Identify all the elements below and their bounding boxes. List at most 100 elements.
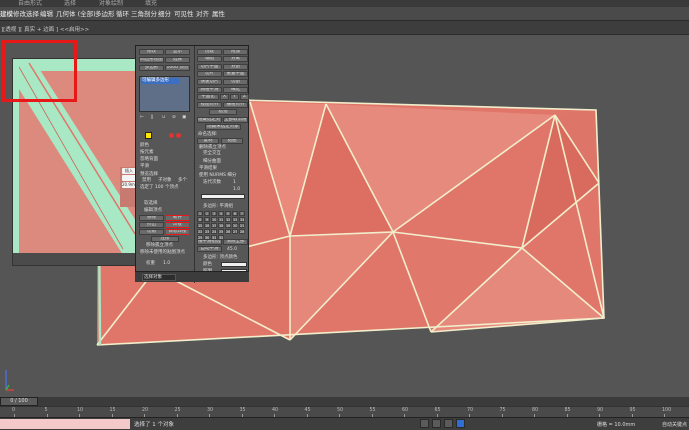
vertex-dot-icon[interactable]	[169, 133, 174, 138]
subdivision-color-field[interactable]	[201, 194, 245, 199]
sg-button[interactable]: 25	[218, 229, 224, 234]
cut-button[interactable]: 切割	[223, 79, 248, 85]
tab-object-paint[interactable]: 对象绘制	[99, 0, 123, 7]
unique-icon[interactable]: ∪	[162, 115, 165, 120]
ribbon-edit[interactable]: 编辑	[40, 9, 53, 19]
tab-display[interactable]: 显示	[165, 49, 190, 55]
ribbon-subdivision[interactable]: 细分	[158, 9, 171, 19]
remove-icon[interactable]: ⊘	[172, 115, 176, 120]
planarize-y-button[interactable]: Y	[230, 94, 239, 100]
select-icon[interactable]	[444, 419, 453, 428]
label-multi[interactable]: 多个	[178, 178, 187, 183]
sg-button[interactable]: 19	[225, 223, 231, 228]
vertex-count-button[interactable]: 1000 顶点	[165, 65, 190, 71]
mini-field[interactable]	[122, 175, 136, 181]
edit-vertices-rollout[interactable]: 编辑顶点	[144, 208, 162, 213]
sg-button[interactable]: 21	[239, 223, 245, 228]
select-by-sg-button[interactable]: 按平滑组选择	[197, 239, 222, 245]
sg-button[interactable]: 5	[225, 211, 231, 216]
copy-button[interactable]: 复制	[197, 138, 219, 144]
modifier-editable-poly[interactable]: 可编辑多边形	[141, 78, 179, 84]
ribbon-modify-selection[interactable]: 修改选择	[13, 9, 39, 19]
sg-button[interactable]: 3	[211, 211, 217, 216]
tab-populate[interactable]: 填充	[145, 0, 157, 7]
sg-button[interactable]: 4	[218, 211, 224, 216]
subdivision-surface-rollout[interactable]: 细分曲面	[203, 159, 221, 164]
sg-button[interactable]: 26	[225, 229, 231, 234]
create-button[interactable]: 创建	[197, 49, 222, 55]
lock-icon[interactable]	[420, 419, 429, 428]
connect-button[interactable]: 连接	[151, 236, 179, 242]
quad-draw-button[interactable]: 四边形绘图	[139, 57, 164, 63]
timeline-bar[interactable]: 0 / 100	[0, 397, 689, 406]
sg-button[interactable]: 13	[232, 217, 238, 222]
sg-button[interactable]: 6	[232, 211, 238, 216]
auto-smooth-value[interactable]: 45.0	[227, 247, 237, 252]
remove-isolated-vertices[interactable]: 移除孤立顶点	[146, 243, 173, 248]
full-interactivity[interactable]: 完全交互	[203, 151, 221, 156]
slice-button[interactable]: 切片	[197, 71, 222, 77]
sg-button[interactable]: 2	[204, 211, 210, 216]
tessellate-button[interactable]: 细化	[223, 87, 248, 93]
ribbon-polygons[interactable]: 多边形	[95, 9, 115, 19]
extrude-button[interactable]: 挤出	[139, 222, 164, 228]
label-by-element[interactable]: 按元素	[140, 150, 154, 155]
edge-dot-icon[interactable]	[176, 133, 181, 138]
sg-button[interactable]: 7	[239, 211, 245, 216]
slice-plane-button[interactable]: 切片平面	[197, 64, 222, 70]
view-align-button[interactable]: 视图对齐	[197, 102, 222, 108]
meshsmooth-button[interactable]: 网格平滑	[197, 87, 222, 93]
ribbon-geometry-all[interactable]: 几何体 (全部)	[56, 9, 96, 19]
size-field[interactable]: 20.9mm	[122, 182, 136, 188]
delete-isolated-vertices[interactable]: 删除孤立顶点	[199, 145, 226, 150]
time-slider[interactable]: 0 / 100	[0, 397, 38, 406]
hide-unselected-button[interactable]: 隐藏未选定对象	[205, 124, 241, 130]
reset-plane-button[interactable]: 重置平面	[223, 71, 248, 77]
ribbon-properties[interactable]: 属性	[212, 9, 225, 19]
polygon-button[interactable]: 多边形	[139, 65, 164, 71]
label-disabled[interactable]: 禁用	[142, 178, 151, 183]
stack-icon[interactable]: ∥	[151, 115, 153, 120]
attach-button[interactable]: 附加	[223, 49, 248, 55]
ribbon-visibility[interactable]: 可见性	[174, 9, 194, 19]
sg-button[interactable]: 22	[197, 229, 203, 234]
auto-key-button[interactable]: 自动关键点	[662, 421, 687, 428]
use-nurms-checkbox[interactable]: 使用 NURMS 细分	[199, 173, 236, 178]
sg-button[interactable]: 28	[239, 229, 245, 234]
auto-smooth-button[interactable]: 自动平滑	[197, 246, 222, 252]
sg-button[interactable]: 23	[204, 229, 210, 234]
isolate-icon[interactable]	[432, 419, 441, 428]
sg-button[interactable]: 14	[239, 217, 245, 222]
collapse-button[interactable]: 塌陷	[197, 56, 222, 62]
pin-icon[interactable]: ⊢	[140, 115, 144, 120]
maxscript-listener[interactable]	[0, 419, 130, 429]
sg-button[interactable]: 20	[232, 223, 238, 228]
select-button[interactable]: 选择	[165, 57, 190, 63]
planarize-z-button[interactable]: Z	[240, 94, 249, 100]
planarize-x-button[interactable]: X	[220, 94, 229, 100]
ribbon-loops[interactable]: 循环	[116, 9, 129, 19]
sg-button[interactable]: 8	[197, 217, 203, 222]
tab-selection[interactable]: 选择	[64, 0, 76, 7]
split-button[interactable]: 分割	[223, 64, 248, 70]
sg-button[interactable]: 9	[204, 217, 210, 222]
smoothing-groups-rollout[interactable]: 多边形: 平滑组	[203, 204, 233, 209]
remove-button[interactable]: 移除	[139, 215, 164, 221]
vertex-colors-rollout[interactable]: 多边形: 顶点颜色	[203, 255, 237, 260]
label-smooth[interactable]: 平滑	[140, 164, 149, 169]
paste-button[interactable]: 粘贴	[221, 138, 243, 144]
timeline-ruler[interactable]: 0 5 10 15 20 25 30 35 40 45 50 55 60 65 70 75 80 85 90 95 10…	[0, 406, 689, 417]
color-swatch[interactable]	[145, 132, 152, 139]
config-icon[interactable]: ▣	[182, 115, 186, 120]
remove-unused-map-vertices[interactable]: 移除未使用的贴图顶点	[140, 250, 185, 255]
modifier-stack[interactable]: 可编辑多边形	[139, 76, 190, 112]
sg-button[interactable]: 15	[197, 223, 203, 228]
detach-button[interactable]: 分离	[223, 56, 248, 62]
selection-filter-dropdown[interactable]: 选择对象	[142, 274, 176, 281]
ribbon-align[interactable]: 对齐	[196, 9, 209, 19]
quickslice-button[interactable]: 快速切片	[197, 79, 222, 85]
weld-button[interactable]: 焊接	[165, 222, 190, 228]
sg-button[interactable]: 11	[218, 217, 224, 222]
ribbon-triangulation[interactable]: 三角剖分	[131, 9, 157, 19]
planarize-button[interactable]: 平面化	[197, 94, 219, 100]
